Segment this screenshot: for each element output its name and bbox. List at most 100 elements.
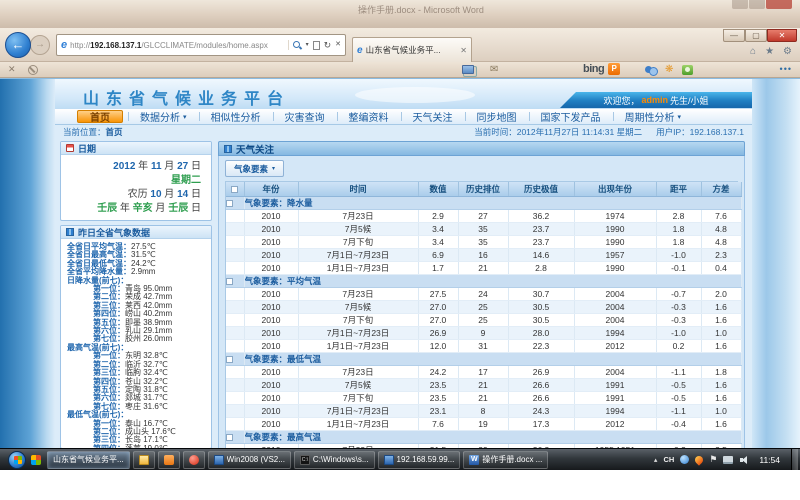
checkbox[interactable] — [226, 278, 233, 285]
maximize-button[interactable]: ▢ — [745, 29, 767, 42]
action-center-flag-icon[interactable]: ⚑ — [709, 455, 717, 464]
taskbar-button-label: 192.168.59.99... — [397, 455, 455, 464]
nav-item[interactable]: 相似性分析 — [199, 109, 273, 124]
checkbox[interactable] — [231, 186, 238, 193]
show-desktop-button[interactable] — [791, 449, 798, 471]
taskbar-button[interactable]: 192.168.59.99... — [378, 451, 461, 469]
group-label: 气象要素：最低气温 — [244, 352, 741, 365]
nav-item[interactable]: 周期性分析▾ — [613, 109, 694, 124]
stat-label: 全省平均降水量： — [67, 267, 131, 276]
table-cell: 2010 — [244, 339, 298, 352]
table-row[interactable]: 20107月下旬23.52126.61991-0.51.6 — [226, 391, 741, 404]
gear-icon[interactable]: ⚙ — [783, 46, 792, 57]
more-button[interactable]: ••• — [780, 64, 792, 74]
nav-item[interactable]: 天气关注 — [401, 109, 465, 124]
browser-tab[interactable]: e 山东省气候业务平... ✕ — [352, 37, 472, 62]
search-dropdown-icon[interactable]: ▾ — [306, 40, 309, 50]
bing-logo[interactable]: bing P — [583, 63, 620, 75]
table-row[interactable]: 20101月1日~7月23日12.03122.320120.21.6 — [226, 339, 741, 352]
taskbar-button[interactable] — [133, 451, 155, 469]
tab-favicon-ie-icon: e — [357, 45, 363, 56]
row-checkbox-cell — [226, 326, 244, 339]
address-bar[interactable]: e http://192.168.137.1/GLCCLIMATE/module… — [56, 34, 346, 56]
back-button[interactable]: ← — [5, 32, 31, 58]
table-row[interactable]: 20107月1日~7月23日6.91614.61957-1.02.3 — [226, 248, 741, 261]
taskbar-button[interactable]: C:\C:\Windows\s... — [294, 451, 375, 469]
ime-indicator[interactable]: CH — [663, 455, 674, 464]
flame-tray-icon[interactable] — [694, 454, 705, 465]
nav-item[interactable]: 同步地图 — [465, 109, 529, 124]
table-row[interactable]: 20101月1日~7月23日1.7212.81990-0.10.4 — [226, 261, 741, 274]
table-cell: 2010 — [244, 248, 298, 261]
table-row[interactable]: 20107月5候27.02530.52004-0.31.6 — [226, 300, 741, 313]
sparkle-addon-icon[interactable]: ❋ — [665, 64, 673, 75]
refresh-icon[interactable]: ↻ — [324, 40, 332, 50]
table-cell: 30.5 — [508, 300, 574, 313]
stop-icon[interactable]: ✕ — [335, 40, 341, 50]
circles-addon-icon[interactable] — [645, 65, 656, 75]
table-row[interactable]: 20107月1日~7月23日23.1824.31994-1.11.0 — [226, 404, 741, 417]
cards-icon[interactable] — [462, 65, 474, 74]
nav-item[interactable]: 整编资料 — [337, 109, 401, 124]
nav-item[interactable]: 首页 — [77, 110, 123, 123]
taskbar-button[interactable]: e山东省气候业务平... — [47, 451, 130, 469]
taskbar-button[interactable] — [183, 451, 205, 469]
table-row[interactable]: 20107月5候3.43523.719901.84.8 — [226, 222, 741, 235]
search-icon[interactable] — [292, 40, 302, 50]
column-header[interactable]: 出现年份 — [574, 182, 656, 196]
home-icon[interactable]: ⌂ — [750, 46, 756, 57]
taskbar-button[interactable]: W操作手册.docx ... — [463, 451, 548, 469]
column-header[interactable]: 方差 — [701, 182, 741, 196]
column-header[interactable]: 年份 — [244, 182, 298, 196]
date-segment: 日 — [188, 189, 201, 200]
url-path: /GLCCLIMATE/modules/home.aspx — [141, 41, 268, 50]
taskbar-clock[interactable]: 11:54 — [759, 455, 780, 465]
column-header[interactable]: 距平 — [656, 182, 701, 196]
speaker-icon[interactable] — [739, 455, 749, 465]
column-header[interactable]: 时间 — [298, 182, 418, 196]
nav-item[interactable]: 国家下发产品 — [529, 109, 613, 124]
forward-button[interactable]: → — [30, 35, 50, 55]
mail-icon[interactable]: ✉ — [490, 64, 498, 75]
people-addon-icon[interactable] — [682, 65, 693, 75]
table-row[interactable]: 20107月23日24.21726.92004-1.11.8 — [226, 365, 741, 378]
compatibility-view-icon[interactable] — [313, 41, 320, 50]
table-cell: 2004 — [574, 365, 656, 378]
table-row[interactable]: 20107月下旬27.02530.52004-0.31.6 — [226, 313, 741, 326]
taskbar-button[interactable] — [158, 451, 180, 469]
url-text[interactable]: http://192.168.137.1/GLCCLIMATE/modules/… — [70, 41, 287, 50]
table-row[interactable]: 20107月23日2.92736.219742.87.6 — [226, 209, 741, 222]
table-row[interactable]: 20107月5候23.52126.61991-0.51.6 — [226, 378, 741, 391]
taskbar-button[interactable]: Win2008 (VS2... — [208, 451, 291, 469]
table-cell: 1.0 — [701, 404, 741, 417]
table-row[interactable]: 20107月下旬3.43523.719901.84.8 — [226, 235, 741, 248]
tray-expand-icon[interactable]: ▴ — [654, 456, 658, 464]
table-row[interactable]: 20107月23日27.52430.72004-0.72.0 — [226, 287, 741, 300]
favorites-star-icon[interactable]: ★ — [765, 46, 774, 57]
nav-item[interactable]: 灾害查询 — [273, 109, 337, 124]
screen: 操作手册.docx - Microsoft Word ← → e http://… — [0, 0, 800, 470]
element-filter-button[interactable]: 气象要素 ▾ — [225, 160, 284, 177]
checkbox[interactable] — [226, 356, 233, 363]
nav-item[interactable]: 数据分析▾ — [128, 109, 199, 124]
command-bar-center: ✉ — [462, 64, 498, 75]
breadcrumb-value[interactable]: 首页 — [106, 127, 123, 137]
column-header[interactable]: 数值 — [418, 182, 458, 196]
checkbox[interactable] — [226, 434, 233, 441]
main-panel-titlebar: 天气关注 — [218, 141, 745, 156]
table-row[interactable]: 20101月1日~7月23日7.61917.32012-0.41.6 — [226, 417, 741, 430]
table-row[interactable]: 20107月1日~7月23日26.9928.01994-1.01.0 — [226, 326, 741, 339]
checkbox[interactable] — [226, 200, 233, 207]
gadget-icon[interactable] — [31, 455, 41, 465]
table-cell: 2010 — [244, 300, 298, 313]
start-button[interactable] — [8, 451, 26, 469]
minimize-button[interactable]: — — [723, 29, 745, 42]
close-button[interactable]: ✕ — [767, 29, 797, 42]
close-toolbar-icon[interactable]: ✕ — [8, 64, 16, 75]
column-header[interactable]: 历史极值 — [508, 182, 574, 196]
network-icon[interactable] — [723, 456, 733, 464]
tab-close-icon[interactable]: ✕ — [460, 46, 467, 55]
table-cell: 4.8 — [701, 235, 741, 248]
column-header[interactable]: 历史排位 — [458, 182, 508, 196]
globe-tray-icon[interactable] — [680, 455, 689, 464]
